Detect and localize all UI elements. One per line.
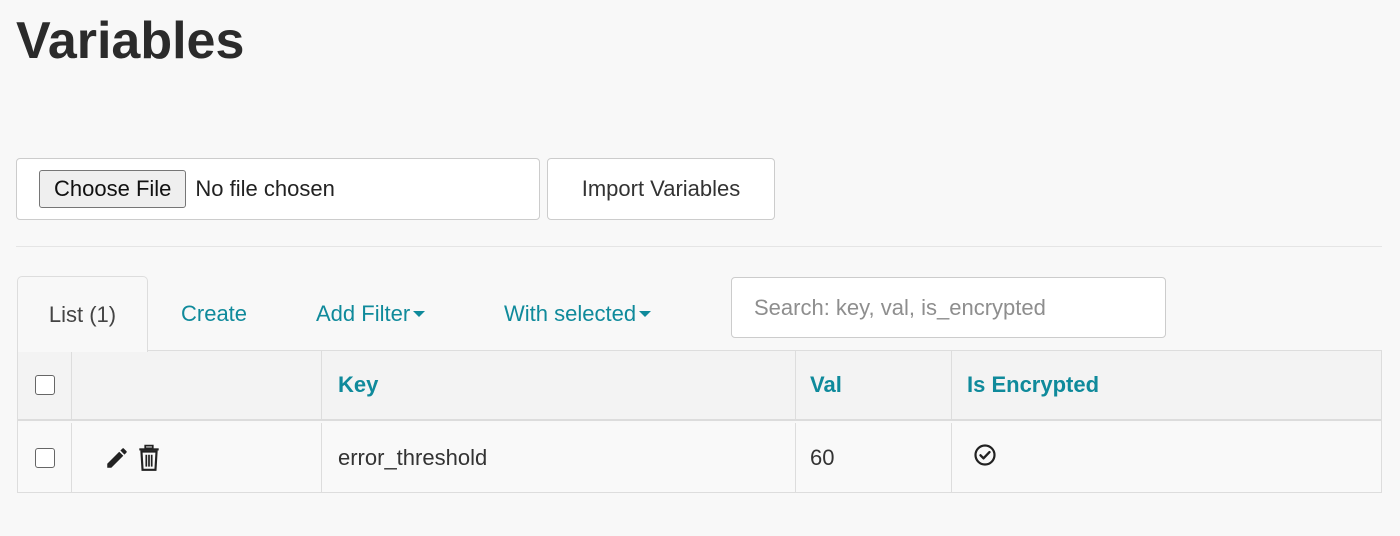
caret-down-icon [639,311,652,317]
add-filter-dropdown[interactable]: Add Filter [316,294,426,334]
file-status-text: No file chosen [195,176,335,201]
page-title: Variables [16,12,245,70]
check-circle-icon [973,443,997,473]
cell-val: 60 [796,423,952,492]
file-input[interactable]: Choose File No file chosen [16,158,540,220]
row-actions-cell [72,423,322,492]
choose-file-button[interactable]: Choose File [39,170,187,208]
table-row: error_threshold 60 [18,423,1381,492]
with-selected-label: With selected [504,301,637,326]
trash-icon[interactable] [136,444,162,472]
import-variables-button[interactable]: Import Variables [547,158,775,220]
with-selected-dropdown[interactable]: With selected [504,294,652,334]
cell-key: error_threshold [322,423,796,492]
divider [16,246,1382,247]
header-checkbox-cell [18,351,72,419]
select-all-checkbox[interactable] [34,375,55,395]
caret-down-icon [413,311,426,317]
tab-list[interactable]: List (1) [17,276,148,352]
variables-page: Variables Choose File No file chosen Imp… [0,0,1400,536]
row-checkbox-cell [18,423,72,492]
column-header-is-encrypted[interactable]: Is Encrypted [952,351,1381,419]
add-filter-label: Add Filter [316,301,411,326]
variables-table: Key Val Is Encrypted error_threshold 60 [17,350,1382,493]
table-header-row: Key Val Is Encrypted [18,351,1381,421]
header-actions-cell [72,351,322,419]
column-header-key[interactable]: Key [322,351,796,419]
row-checkbox[interactable] [34,447,55,468]
search-input[interactable] [731,277,1166,338]
tab-create-label: Create [181,301,248,326]
column-header-val[interactable]: Val [796,351,952,419]
pencil-icon[interactable] [104,445,130,471]
cell-is-encrypted [952,423,1381,492]
tab-create[interactable]: Create [181,294,247,334]
